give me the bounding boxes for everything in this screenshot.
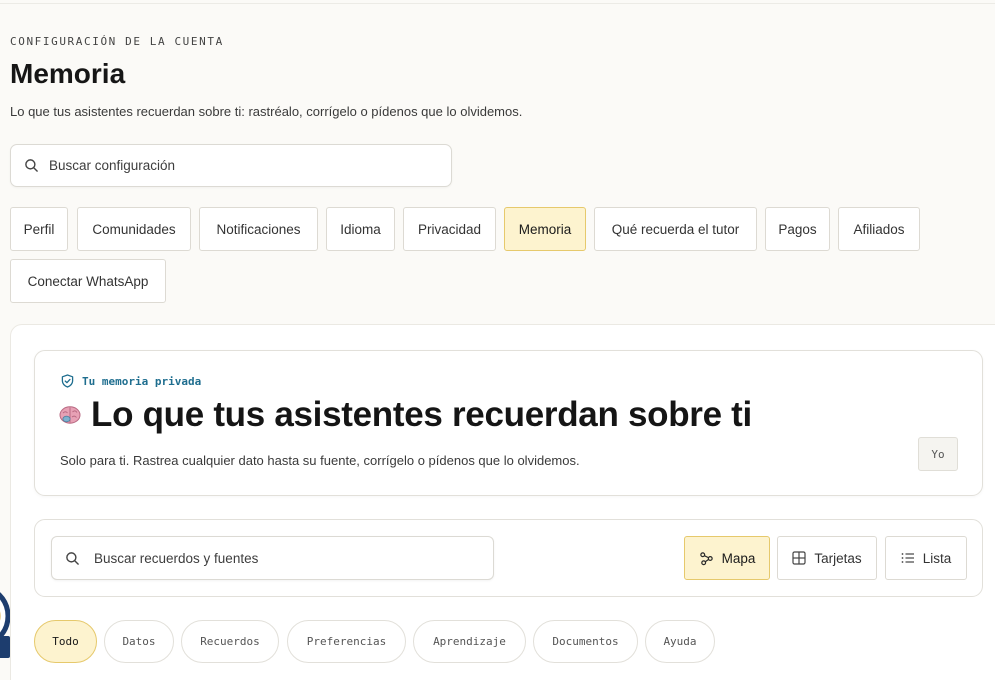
filter-label: Ayuda [663,635,697,648]
memory-search-input[interactable]: Buscar recuerdos y fuentes [51,536,494,580]
view-lista-button[interactable]: Lista [885,536,967,580]
memory-toolbar: Buscar recuerdos y fuentes Mapa Tarjetas… [34,519,983,597]
tab-label: Perfil [23,221,55,237]
filter-datos[interactable]: Datos [104,620,174,663]
tab-notificaciones[interactable]: Notificaciones [199,207,318,251]
tab-label: Memoria [518,221,572,237]
tab-conectar-whatsapp[interactable]: Conectar WhatsApp [10,259,166,303]
tab-label: Comunidades [92,221,176,237]
filter-todo[interactable]: Todo [34,620,97,663]
tab-label: Conectar WhatsApp [27,273,149,289]
filter-label: Documentos [552,635,619,648]
shield-check-icon [61,374,74,388]
settings-search-placeholder: Buscar configuración [49,158,176,173]
tab-que-recuerda-el-tutor[interactable]: Qué recuerda el tutor [594,207,757,251]
filter-label: Recuerdos [200,635,260,648]
filter-label: Preferencias [306,635,387,648]
tab-idioma[interactable]: Idioma [326,207,395,251]
tab-privacidad[interactable]: Privacidad [403,207,496,251]
hero-kicker-label: Tu memoria privada [82,374,202,388]
tab-label: Privacidad [417,221,482,237]
brain-icon [59,405,81,425]
tab-comunidades[interactable]: Comunidades [77,207,191,251]
page-title: Memoria [10,58,126,89]
tab-label: Qué recuerda el tutor [611,221,740,237]
tab-memoria[interactable]: Memoria [504,207,586,251]
user-badge-label: Yo [931,447,945,461]
search-icon [65,551,80,566]
tab-label: Pagos [778,221,817,237]
view-tarjetas-button[interactable]: Tarjetas [777,536,877,580]
hero-description: Solo para ti. Rastrea cualquier dato has… [60,453,580,468]
memory-hero-card: Tu memoria privada Lo que tus asistentes… [34,350,983,496]
seal-graphic [0,592,10,658]
graph-icon [699,551,714,566]
filter-label: Todo [52,635,79,648]
filter-label: Datos [122,635,156,648]
memory-search-placeholder: Buscar recuerdos y fuentes [94,550,259,566]
settings-search-input[interactable]: Buscar configuración [10,144,452,187]
tab-pagos[interactable]: Pagos [765,207,830,251]
filter-documentos[interactable]: Documentos [533,620,638,663]
filter-label: Aprendizaje [433,635,506,648]
filter-ayuda[interactable]: Ayuda [645,620,715,663]
tab-perfil[interactable]: Perfil [10,207,68,251]
hero-kicker: Tu memoria privada [61,374,201,388]
tab-label: Notificaciones [216,221,301,237]
hero-title: Lo que tus asistentes recuerdan sobre ti [59,395,752,435]
tab-label: Afiliados [853,221,905,237]
user-badge[interactable]: Yo [918,437,958,471]
list-icon [901,552,915,564]
view-tarjetas-label: Tarjetas [814,550,862,566]
search-icon [24,158,39,173]
tab-afiliados[interactable]: Afiliados [838,207,920,251]
view-lista-label: Lista [922,550,952,566]
section-eyebrow: CONFIGURACIÓN DE LA CUENTA [10,35,224,48]
hero-title-text: Lo que tus asistentes recuerdan sobre ti [91,395,752,434]
tab-label: Idioma [340,221,381,237]
filter-preferencias[interactable]: Preferencias [287,620,406,663]
grid-icon [792,551,806,565]
view-mapa-button[interactable]: Mapa [684,536,770,580]
top-divider [0,0,995,4]
view-mapa-label: Mapa [721,550,756,566]
filter-aprendizaje[interactable]: Aprendizaje [413,620,526,663]
page-subtitle: Lo que tus asistentes recuerdan sobre ti… [10,104,523,119]
filter-recuerdos[interactable]: Recuerdos [181,620,279,663]
